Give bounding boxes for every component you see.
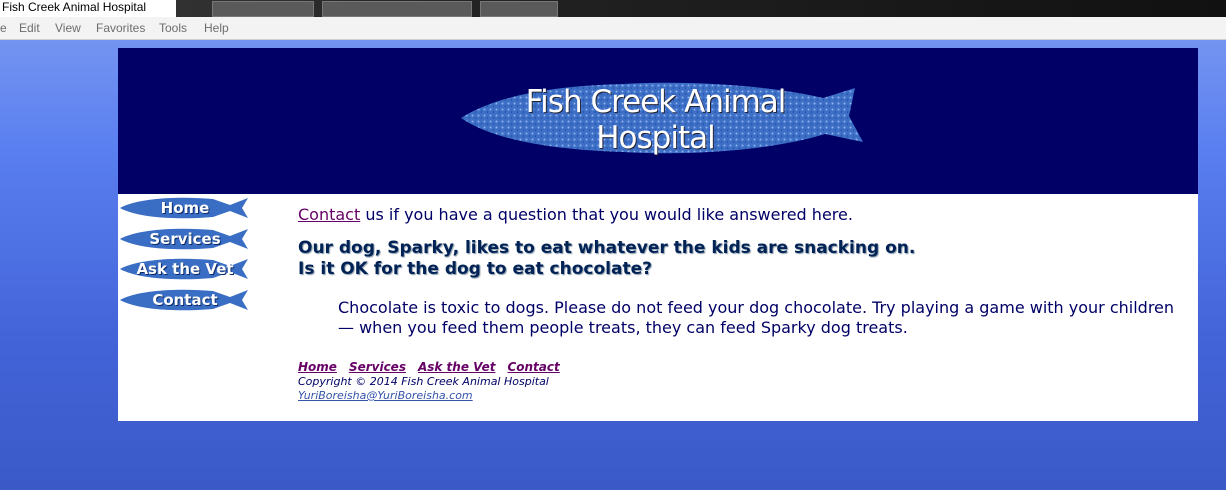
question-line-2: Is it OK for the dog to eat chocolate? — [298, 259, 652, 279]
tab-title: Fish Creek Animal Hospital — [2, 0, 147, 14]
main-content: Contact us if you have a question that y… — [298, 205, 1188, 338]
menu-tools[interactable]: Tools — [159, 21, 187, 35]
toolbar-dropdown[interactable] — [322, 1, 472, 17]
browser-menu-bar: e Edit View Favorites Tools Help — [0, 17, 1226, 40]
browser-tab[interactable]: Fish Creek Animal Hospital — [0, 0, 176, 17]
nav-contact[interactable]: Contact — [118, 287, 252, 313]
question-line-1: Our dog, Sparky, likes to eat whatever t… — [298, 238, 916, 258]
nav-home-label: Home — [160, 199, 210, 217]
nav-contact-label: Contact — [152, 291, 218, 309]
contact-link[interactable]: Contact — [298, 205, 360, 224]
email-link[interactable]: YuriBoreisha@YuriBoreisha.com — [298, 389, 473, 402]
copyright-text: Copyright © 2014 Fish Creek Animal Hospi… — [298, 375, 549, 388]
nav-ask-the-vet[interactable]: Ask the Vet — [118, 256, 252, 282]
footer-link-contact[interactable]: Contact — [507, 360, 559, 374]
menu-file[interactable]: e — [0, 21, 7, 35]
nav-ask-the-vet-label: Ask the Vet — [136, 260, 234, 278]
nav-services-label: Services — [149, 230, 221, 248]
footer: Home Services Ask the Vet Contact Copyright… — [298, 360, 572, 402]
intro-rest: us if you have a question that you would… — [360, 205, 853, 224]
menu-favorites[interactable]: Favorites — [96, 21, 145, 35]
browser-tab-bar: Fish Creek Animal Hospital — [0, 0, 1226, 17]
nav-services[interactable]: Services — [118, 226, 252, 252]
question-heading: Our dog, Sparky, likes to eat whatever t… — [298, 238, 1188, 280]
intro-text: Contact us if you have a question that y… — [298, 205, 1188, 224]
toolbar-dropdown[interactable] — [212, 1, 314, 17]
toolbar-dropdown[interactable] — [480, 1, 558, 17]
site-title: Fish Creek Animal Hospital — [525, 84, 787, 156]
nav-home[interactable]: Home — [118, 195, 252, 221]
answer-text: Chocolate is toxic to dogs. Please do no… — [338, 298, 1175, 337]
menu-help[interactable]: Help — [204, 21, 229, 35]
site-banner: Fish Creek Animal Hospital — [118, 48, 1198, 194]
footer-link-home[interactable]: Home — [298, 360, 337, 374]
page-container: Fish Creek Animal Hospital Home Services… — [118, 48, 1198, 421]
footer-link-ask-the-vet[interactable]: Ask the Vet — [418, 360, 495, 374]
footer-link-services[interactable]: Services — [349, 360, 406, 374]
footer-nav: Home Services Ask the Vet Contact — [298, 360, 572, 374]
menu-view[interactable]: View — [55, 21, 81, 35]
menu-edit[interactable]: Edit — [19, 21, 40, 35]
